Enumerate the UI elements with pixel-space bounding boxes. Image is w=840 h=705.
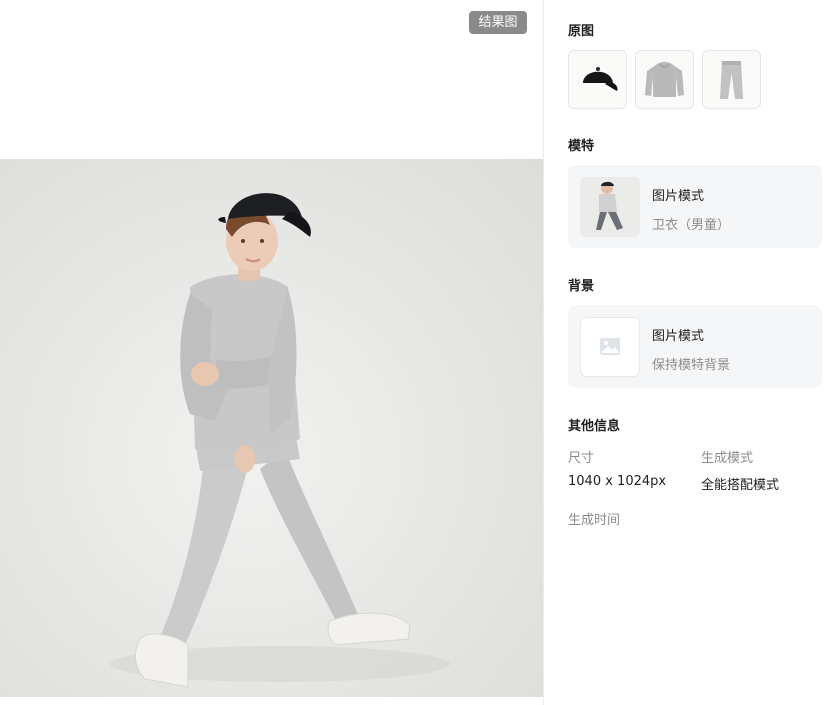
image-placeholder-icon bbox=[600, 338, 620, 355]
model-description: 卫衣（男童） bbox=[652, 218, 731, 233]
panel-divider bbox=[543, 0, 544, 705]
size-value: 1040 x 1024px bbox=[568, 474, 667, 489]
background-mode: 图片模式 bbox=[652, 329, 705, 344]
size-label: 尺寸 bbox=[568, 451, 595, 466]
generation-mode-value: 全能搭配模式 bbox=[701, 478, 780, 493]
model-thumbnail bbox=[580, 177, 640, 237]
result-image[interactable] bbox=[0, 159, 543, 697]
model-section-title: 模特 bbox=[568, 139, 595, 154]
background-section-title: 背景 bbox=[568, 279, 595, 294]
result-panel: 结果图 bbox=[0, 0, 543, 705]
pants-thumbnail[interactable] bbox=[702, 50, 761, 109]
generation-time-label: 生成时间 bbox=[568, 513, 621, 528]
background-card[interactable]: 图片模式 保持模特背景 bbox=[568, 305, 822, 388]
sweatshirt-thumbnail[interactable] bbox=[635, 50, 694, 109]
model-card[interactable]: 图片模式 卫衣（男童） bbox=[568, 165, 822, 248]
result-badge: 结果图 bbox=[469, 11, 527, 34]
pants-icon bbox=[720, 61, 743, 99]
background-thumbnail bbox=[580, 317, 640, 377]
cap-icon bbox=[583, 67, 618, 91]
model-mode: 图片模式 bbox=[652, 189, 705, 204]
cap-thumbnail[interactable] bbox=[568, 50, 627, 109]
original-section-title: 原图 bbox=[568, 24, 595, 39]
generation-mode-label: 生成模式 bbox=[701, 451, 754, 466]
other-info-section-title: 其他信息 bbox=[568, 419, 621, 434]
background-description: 保持模特背景 bbox=[652, 358, 731, 373]
generated-model-photo bbox=[110, 193, 450, 688]
sweatshirt-icon bbox=[645, 62, 684, 97]
model-figure-icon bbox=[596, 181, 623, 230]
